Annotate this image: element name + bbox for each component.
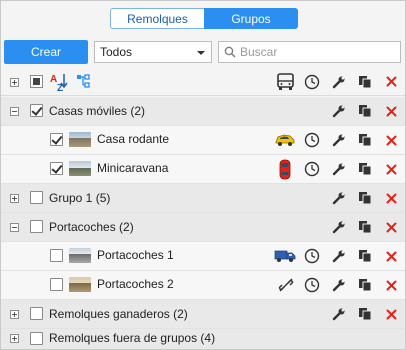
unit-row[interactable]: Portacoches 1	[1, 242, 405, 271]
group-row[interactable]: Grupo 1 (5)	[1, 184, 405, 213]
expand-icon[interactable]	[10, 334, 19, 343]
select-all-icon[interactable]	[30, 75, 43, 88]
group-name: Remolques ganaderos (2)	[49, 307, 188, 321]
search-box	[218, 41, 401, 63]
copy-icon[interactable]	[358, 133, 372, 147]
toolbar: Crear Todos	[1, 40, 405, 64]
trailer-thumbnail	[69, 132, 91, 147]
delete-icon[interactable]	[386, 164, 397, 175]
row-checkbox[interactable]	[50, 133, 63, 146]
delete-icon[interactable]	[386, 280, 397, 291]
group-row[interactable]: Casas móviles (2)	[1, 97, 405, 126]
delete-icon[interactable]	[386, 222, 397, 233]
clock-icon[interactable]	[304, 161, 320, 177]
create-button[interactable]: Crear	[4, 40, 88, 64]
collapse-icon[interactable]	[10, 107, 19, 116]
copy-icon[interactable]	[358, 249, 372, 263]
wrench-icon	[332, 76, 345, 89]
wrench-icon[interactable]	[332, 191, 346, 205]
row-checkbox[interactable]	[30, 220, 43, 233]
delete-icon[interactable]	[386, 135, 397, 146]
unit-name: Minicaravana	[97, 161, 169, 175]
unit-row[interactable]: Casa rodante	[1, 126, 405, 155]
wrench-icon[interactable]	[332, 249, 346, 263]
wrench-icon[interactable]	[332, 278, 346, 292]
bus-icon	[277, 73, 294, 90]
trailer-thumbnail	[69, 277, 91, 292]
tab-trailers[interactable]: Remolques	[110, 8, 204, 29]
unit-name: Casa rodante	[97, 132, 170, 146]
trailer-thumbnail	[69, 248, 91, 263]
expand-icon[interactable]	[10, 194, 19, 203]
expand-icon[interactable]	[10, 310, 19, 319]
wrench-icon[interactable]	[332, 307, 346, 321]
unit-row[interactable]: Portacoches 2	[1, 271, 405, 300]
group-name: Portacoches (2)	[49, 220, 134, 234]
delete-icon[interactable]	[386, 106, 397, 117]
expand-all-icon[interactable]	[10, 78, 19, 87]
group-name: Casas móviles (2)	[49, 104, 146, 118]
trailers-panel: Remolques Grupos Crear Todos A Z	[0, 0, 406, 350]
copy-icon[interactable]	[358, 220, 372, 234]
unit-name: Portacoches 2	[97, 277, 174, 291]
group-row[interactable]: Remolques fuera de grupos (4)	[1, 329, 405, 349]
group-name: Grupo 1 (5)	[49, 191, 111, 205]
wrench-icon[interactable]	[332, 162, 346, 176]
wrench-icon[interactable]	[332, 220, 346, 234]
copy-icon[interactable]	[358, 104, 372, 118]
collapse-icon[interactable]	[10, 223, 19, 232]
unit-name: Portacoches 1	[97, 248, 174, 262]
row-checkbox[interactable]	[30, 191, 43, 204]
tab-switcher: Remolques Grupos	[110, 8, 298, 29]
wrench-icon[interactable]	[332, 104, 346, 118]
wrench-icon[interactable]	[332, 133, 346, 147]
sort-az-icon[interactable]: A Z	[50, 72, 68, 92]
clock-icon[interactable]	[304, 248, 320, 264]
clock-icon[interactable]	[304, 277, 320, 293]
copy-icon[interactable]	[358, 162, 372, 176]
row-checkbox[interactable]	[30, 332, 43, 345]
group-row[interactable]: Remolques ganaderos (2)	[1, 300, 405, 329]
trailer-thumbnail	[69, 161, 91, 176]
search-icon	[224, 46, 236, 58]
clock-icon	[304, 74, 320, 90]
blue-truck-icon	[274, 250, 296, 262]
group-row[interactable]: Portacoches (2)	[1, 213, 405, 242]
red-car-icon	[279, 159, 291, 180]
row-checkbox[interactable]	[30, 307, 43, 320]
unlink-icon[interactable]	[278, 277, 294, 293]
list-header: A Z	[1, 68, 405, 96]
copy-icon	[359, 76, 372, 89]
row-checkbox[interactable]	[50, 162, 63, 175]
delete-icon[interactable]	[386, 251, 397, 262]
group-name: Remolques fuera de grupos (4)	[49, 331, 216, 345]
delete-icon[interactable]	[386, 309, 397, 320]
search-input[interactable]	[240, 45, 390, 59]
delete-icon[interactable]	[386, 193, 397, 204]
delete-icon	[386, 76, 397, 87]
tab-groups[interactable]: Grupos	[204, 8, 298, 29]
clock-icon[interactable]	[304, 132, 320, 148]
copy-icon[interactable]	[358, 307, 372, 321]
unit-row[interactable]: Minicaravana	[1, 155, 405, 184]
hierarchy-icon[interactable]	[76, 74, 92, 90]
copy-icon[interactable]	[358, 278, 372, 292]
row-checkbox[interactable]	[50, 249, 63, 262]
row-checkbox[interactable]	[50, 278, 63, 291]
copy-icon[interactable]	[358, 191, 372, 205]
filter-select[interactable]: Todos	[94, 41, 212, 63]
yellow-car-icon	[275, 134, 295, 146]
chevron-down-icon	[197, 51, 205, 55]
filter-select-value: Todos	[100, 45, 133, 59]
row-checkbox[interactable]	[30, 104, 43, 117]
